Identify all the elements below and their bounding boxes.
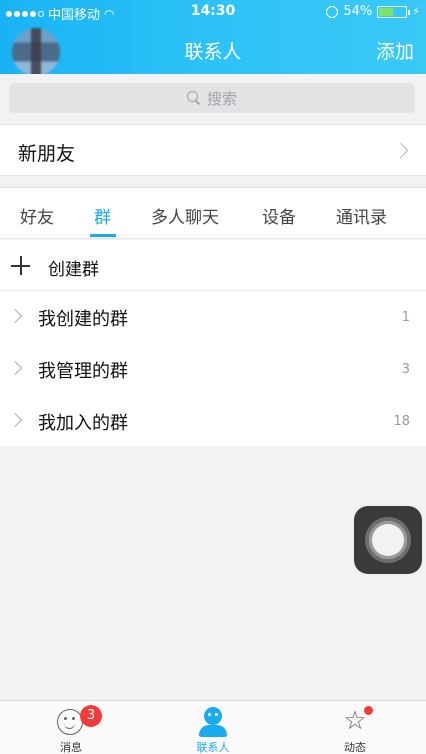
unread-badge: 3 <box>80 705 102 727</box>
tabbar-label-messages: 消息 <box>60 741 82 754</box>
bottom-tab-bar: 3 消息 联系人 ☆ 动态 <box>0 700 426 754</box>
new-friends-label: 新朋友 <box>18 143 76 165</box>
tab-groups[interactable]: 群 <box>94 203 111 228</box>
chevron-right-icon <box>7 308 23 324</box>
search-bar: 搜索 <box>0 74 426 122</box>
group-name: 我创建的群 <box>38 309 128 330</box>
contact-tabs: 好友 群 多人聊天 设备 通讯录 <box>0 187 426 239</box>
contacts-icon <box>199 707 227 737</box>
rotation-lock-icon <box>326 5 339 18</box>
chevron-right-icon <box>7 412 23 428</box>
charging-icon: ⚡ <box>412 5 420 18</box>
group-name: 我加入的群 <box>38 413 128 434</box>
message-icon <box>57 709 83 735</box>
group-name: 我管理的群 <box>38 361 128 382</box>
new-friends-row[interactable]: 新朋友 <box>0 124 426 176</box>
page-title: 联系人 <box>184 41 242 63</box>
group-count: 18 <box>393 414 410 429</box>
chevron-right-icon <box>7 360 23 376</box>
create-group-label: 创建群 <box>48 260 99 280</box>
search-icon <box>186 91 201 105</box>
active-tab-indicator <box>90 234 116 237</box>
search-input[interactable]: 搜索 <box>9 83 415 113</box>
create-group-row[interactable]: 创建群 <box>0 240 426 291</box>
group-row-joined[interactable]: 我加入的群 18 <box>0 395 426 447</box>
battery-percent: 54% <box>343 4 373 19</box>
plus-icon <box>11 256 30 275</box>
header: 中国移动 ◠ 14:30 54% ⚡ 联系人 添加 <box>0 0 426 76</box>
tab-friends[interactable]: 好友 <box>20 203 54 228</box>
group-list: 我创建的群 1 我管理的群 3 我加入的群 18 <box>0 291 426 446</box>
tabbar-item-moments[interactable]: ☆ 动态 <box>284 701 426 754</box>
tabbar-label-moments: 动态 <box>344 741 366 754</box>
tab-devices[interactable]: 设备 <box>262 203 296 228</box>
status-right: 54% ⚡ <box>326 4 420 19</box>
tab-multi-chat[interactable]: 多人聊天 <box>151 203 219 228</box>
new-activity-dot <box>364 706 373 715</box>
group-count: 1 <box>401 310 410 325</box>
group-row-managed[interactable]: 我管理的群 3 <box>0 343 426 395</box>
tab-address-book[interactable]: 通讯录 <box>336 203 387 228</box>
group-count: 3 <box>401 362 410 377</box>
battery-icon <box>377 5 411 18</box>
add-button[interactable]: 添加 <box>376 37 414 64</box>
chevron-right-icon <box>392 142 409 159</box>
status-bar: 中国移动 ◠ 14:30 54% ⚡ <box>0 0 426 24</box>
tabbar-item-contacts[interactable]: 联系人 <box>142 701 284 754</box>
tabbar-label-contacts: 联系人 <box>196 741 230 754</box>
group-row-created[interactable]: 我创建的群 1 <box>0 291 426 343</box>
assistive-touch-button[interactable] <box>354 506 422 574</box>
tabbar-item-messages[interactable]: 3 消息 <box>0 701 142 754</box>
search-placeholder: 搜索 <box>206 89 237 108</box>
assistive-touch-inner-circle <box>369 521 407 559</box>
